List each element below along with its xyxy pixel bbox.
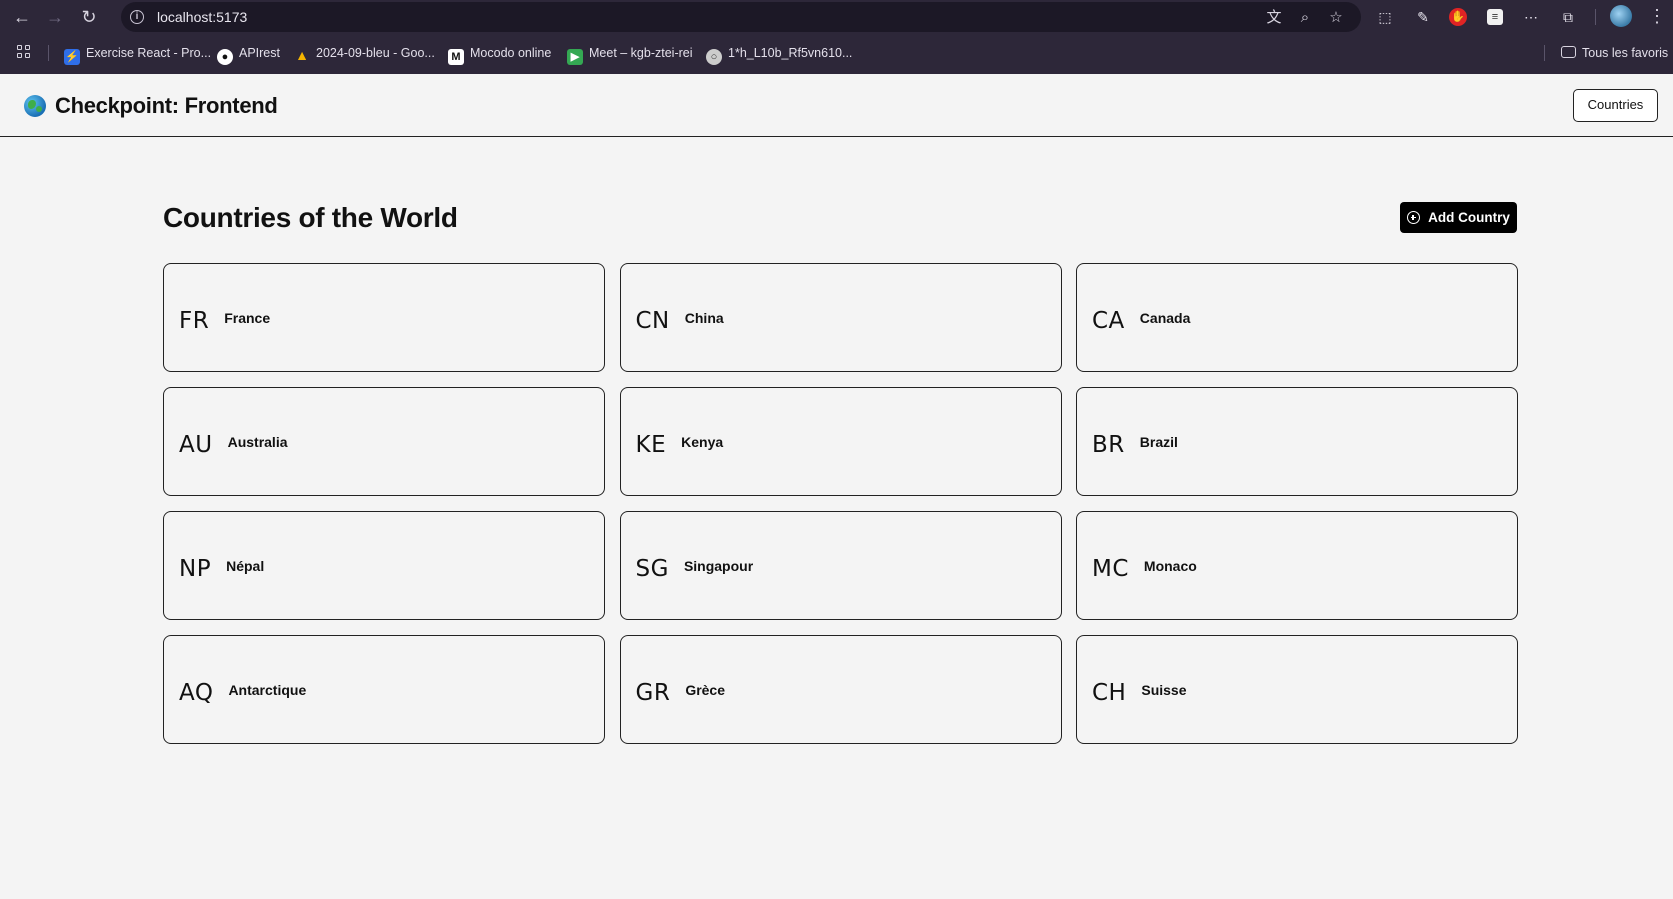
country-code: CH (1092, 679, 1127, 706)
country-name: China (684, 309, 724, 326)
country-code: AQ (179, 679, 214, 706)
country-card[interactable]: NP Népal (163, 511, 605, 620)
menu-icon[interactable]: ⋮ (1648, 5, 1666, 27)
country-card[interactable]: KE Kenya (619, 387, 1062, 496)
country-name: Singapour (683, 557, 754, 574)
address-bar[interactable]: i localhost:5173 文 ⌕ ☆ (121, 2, 1361, 32)
country-code: BR (1092, 431, 1125, 458)
bookmark-item[interactable]: ○ 1*h_L10b_Rf5vn610... (706, 44, 852, 65)
country-grid: FR France CN China CA Canada AU Australia KE… (163, 263, 1518, 744)
back-icon[interactable]: ← (9, 5, 35, 29)
brand[interactable]: Checkpoint: Frontend (24, 92, 278, 120)
bookmark-item[interactable]: ▶ Meet – kgb-ztei-rei (567, 44, 693, 65)
reload-icon[interactable]: ↻ (76, 5, 102, 29)
forward-icon[interactable]: → (42, 5, 68, 29)
country-code: GR (635, 679, 671, 706)
screenshot-icon[interactable]: ⬚ (1375, 7, 1395, 27)
country-code: MC (1092, 555, 1129, 582)
country-name: France (224, 309, 271, 326)
country-name: Suisse (1141, 681, 1187, 698)
github-icon: ● (217, 49, 233, 65)
country-code: AU (179, 431, 213, 458)
bolt-icon: ⚡ (64, 49, 80, 65)
country-name: Kenya (681, 433, 724, 450)
url-text: localhost:5173 (157, 9, 248, 25)
zoom-icon[interactable]: ⌕ (1295, 8, 1315, 28)
countries-nav-button[interactable]: Countries (1573, 89, 1658, 122)
country-name: Monaco (1143, 557, 1197, 574)
country-name: Canada (1139, 309, 1191, 326)
country-card[interactable]: CA Canada (1076, 263, 1518, 372)
bookmarks-divider (1544, 45, 1545, 61)
all-bookmarks-folder[interactable]: Tous les favoris (1561, 44, 1668, 62)
folder-icon (1561, 46, 1576, 58)
country-name: Népal (226, 557, 265, 574)
browser-toolbar: ← → ↻ i localhost:5173 文 ⌕ ☆ ⬚ ✎ ✋ ≡ ⋯ ⧉… (0, 0, 1673, 34)
document-extension-icon[interactable]: ≡ (1487, 9, 1503, 25)
country-card[interactable]: BR Brazil (1076, 387, 1518, 496)
country-name: Brazil (1139, 433, 1178, 450)
country-card[interactable]: SG Singapour (619, 511, 1062, 620)
app-header: Checkpoint: Frontend Countries (0, 74, 1673, 137)
app-title: Checkpoint: Frontend (55, 93, 278, 118)
add-country-label: Add Country (1428, 210, 1510, 225)
country-code: NP (179, 555, 212, 582)
country-name: Australia (227, 433, 288, 450)
country-card[interactable]: AU Australia (163, 387, 605, 496)
bookmark-item[interactable]: ▲ 2024-09-bleu - Goo... (294, 44, 435, 63)
color-picker-icon[interactable]: ✎ (1413, 7, 1433, 27)
country-card[interactable]: CN China (619, 263, 1062, 372)
plus-circle-icon (1407, 211, 1421, 224)
globe-icon: ○ (706, 49, 722, 65)
browser-chrome: ← → ↻ i localhost:5173 文 ⌕ ☆ ⬚ ✎ ✋ ≡ ⋯ ⧉… (0, 0, 1673, 74)
country-name: Grèce (685, 681, 726, 698)
bookmark-item[interactable]: ⚡ Exercise React - Pro... (64, 44, 211, 65)
country-card[interactable]: FR France (163, 263, 605, 372)
drive-icon: ▲ (295, 47, 309, 63)
country-code: CN (635, 307, 670, 334)
toolbar-divider (1595, 9, 1596, 25)
puzzle-icon[interactable]: ⧉ (1558, 7, 1578, 27)
more-extensions-icon[interactable]: ⋯ (1521, 7, 1541, 27)
bookmark-item[interactable]: M Mocodo online (448, 44, 551, 65)
country-name: Antarctique (228, 681, 307, 698)
country-card[interactable]: AQ Antarctique (163, 635, 605, 744)
meet-icon: ▶ (567, 49, 583, 65)
country-code: FR (179, 307, 210, 334)
globe-icon (24, 95, 46, 117)
country-code: KE (635, 431, 667, 458)
add-country-button[interactable]: Add Country (1400, 202, 1517, 233)
star-icon[interactable]: ☆ (1326, 8, 1346, 28)
bookmarks-bar: ⚡ Exercise React - Pro... ● APIrest ▲ 2024-… (0, 38, 1673, 68)
country-code: CA (1092, 307, 1125, 334)
country-card[interactable]: MC Monaco (1076, 511, 1518, 620)
country-card[interactable]: GR Grèce (619, 635, 1062, 744)
page-title: Countries of the World (163, 202, 458, 233)
site-info-icon[interactable]: i (130, 10, 144, 24)
country-code: SG (635, 555, 669, 582)
bookmark-item[interactable]: ● APIrest (217, 44, 280, 65)
country-card[interactable]: CH Suisse (1076, 635, 1518, 744)
profile-avatar[interactable] (1610, 5, 1632, 27)
mocodo-icon: M (448, 49, 464, 65)
adblock-icon[interactable]: ✋ (1449, 8, 1467, 26)
translate-icon[interactable]: 文 (1264, 8, 1284, 28)
